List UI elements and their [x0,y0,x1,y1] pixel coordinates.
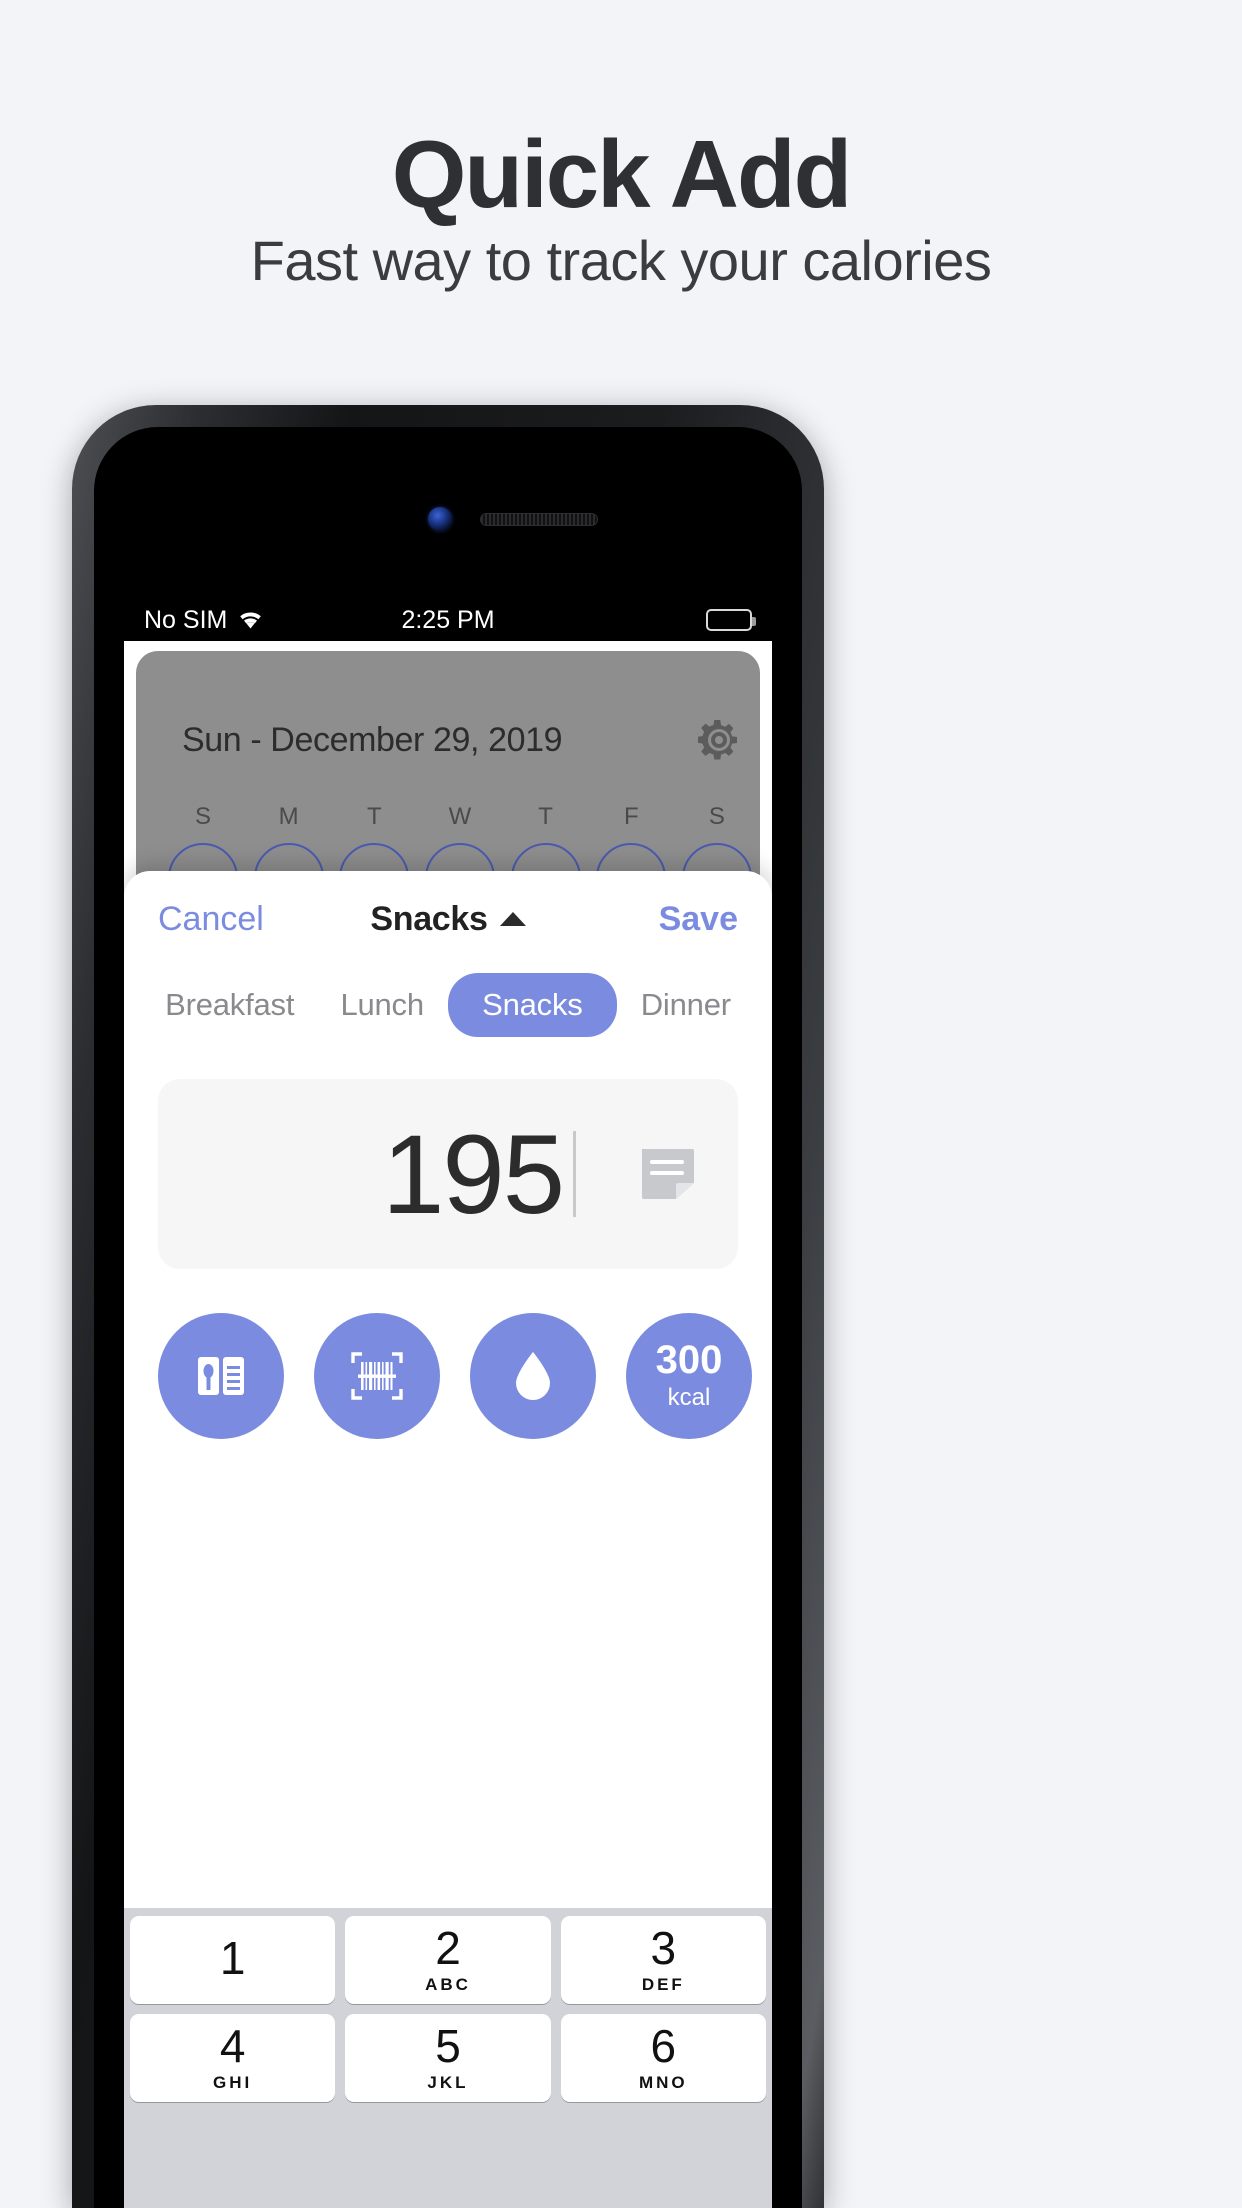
key-number: 6 [650,2020,677,2072]
key-1[interactable]: 1 [130,1916,336,2004]
text-cursor [573,1131,576,1217]
keypad-row: 4 GHI 5 JKL 6 MNO [130,2014,766,2102]
carrier-label: No SIM [144,605,228,634]
numeric-keypad: 1 2 ABC 3 DEF 4 GHI 5 JKL 6 MNO [124,1908,772,2208]
barcode-scan-button[interactable] [314,1313,440,1439]
tab-dinner[interactable]: Dinner [619,973,753,1037]
date-label: Sun - December 29, 2019 [182,720,563,759]
keypad-row: 1 2 ABC 3 DEF [130,1916,766,2004]
water-button[interactable] [470,1313,596,1439]
key-number: 5 [435,2020,461,2072]
food-menu-button[interactable] [158,1313,284,1439]
app-screen: No SIM 2:25 PM Sun - December 29, 2019 S… [124,599,772,2208]
calorie-input-field[interactable]: 195 [158,1079,738,1269]
weekday-label: F [623,803,639,830]
status-bar-left: No SIM [144,606,264,635]
battery-full-icon [706,609,756,631]
quick-action-row: 300 kcal 100 kcal [124,1269,772,1439]
key-6[interactable]: 6 MNO [560,2014,766,2102]
status-bar-right [706,609,756,631]
calorie-input-value-wrap: 195 [198,1110,586,1239]
phone-mockup: No SIM 2:25 PM Sun - December 29, 2019 S… [72,405,824,2208]
page-title: Quick Add [391,121,852,228]
weekday-label: W [448,803,472,830]
food-menu-icon [192,1347,250,1405]
tab-lunch[interactable]: Lunch [318,973,445,1037]
key-letters: JKL [427,2073,469,2092]
sheet-title-label: Snacks [370,899,488,938]
barcode-scan-icon [348,1347,406,1405]
weekday-label: T [366,803,382,830]
quick-add-calories-unit: kcal [667,1384,711,1411]
date-row: Sun - December 29, 2019 [182,717,742,763]
weekday-label: S [194,803,211,830]
key-letters: ABC [425,1975,471,1994]
marketing-screenshot-page: Quick Add Fast way to track your calorie… [0,0,1242,2208]
front-camera-icon [428,507,452,531]
key-letters: DEF [641,1975,685,1994]
meal-type-tabs: Breakfast Lunch Snacks Dinner [124,967,772,1037]
caret-up-icon [499,912,526,926]
key-2[interactable]: 2 ABC [345,1916,551,2004]
key-number: 4 [219,2020,246,2072]
weekday-label: M [278,803,299,830]
quick-add-sheet: Cancel Snacks Save Breakfast Lunch Snack… [124,871,772,2208]
weekday-label: S [708,803,725,830]
tab-breakfast[interactable]: Breakfast [143,973,316,1037]
key-4[interactable]: 4 GHI [130,2014,336,2102]
save-button[interactable]: Save [659,900,738,939]
key-number: 3 [650,1922,677,1974]
status-bar: No SIM 2:25 PM [124,599,772,641]
phone-screen-bezel: No SIM 2:25 PM Sun - December 29, 2019 S… [94,427,802,2208]
calorie-input-value: 195 [382,1111,565,1237]
key-number: 2 [435,1922,461,1974]
earpiece-speaker [480,513,598,526]
tab-snacks[interactable]: Snacks [448,973,617,1037]
page-subtitle: Fast way to track your calories [250,229,992,292]
key-5[interactable]: 5 JKL [345,2014,551,2102]
sheet-header: Cancel Snacks Save [124,871,772,967]
weekday-label: T [538,803,553,830]
key-3[interactable]: 3 DEF [560,1916,766,2004]
key-letters: MNO [638,2073,688,2092]
quick-add-calories-value: 300 [655,1338,723,1382]
water-drop-icon [504,1347,562,1405]
note-icon[interactable] [636,1145,698,1203]
key-letters: GHI [213,2073,253,2092]
wifi-icon [237,610,264,630]
quick-add-300-kcal-button[interactable]: 300 kcal [626,1313,752,1439]
key-number: 1 [219,1932,246,1984]
gear-icon[interactable] [696,717,742,763]
app-background: Sun - December 29, 2019 S M T W T F S Ca… [124,641,772,2208]
